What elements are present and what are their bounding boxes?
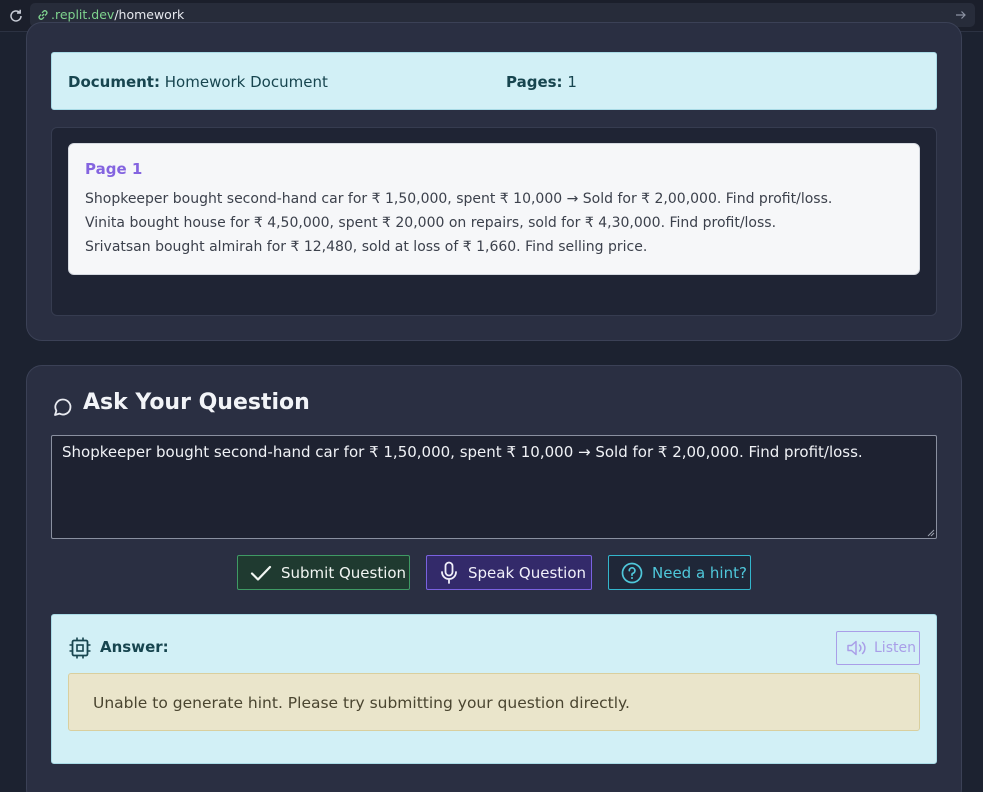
speak-question-button[interactable]: Speak Question: [426, 555, 592, 590]
submit-label: Submit Question: [281, 563, 407, 582]
resize-grip-icon[interactable]: [926, 528, 935, 537]
microphone-icon: [441, 561, 457, 584]
help-circle-icon: [621, 562, 643, 583]
chat-bubble-icon: [54, 398, 72, 416]
listen-label: Listen: [874, 640, 916, 656]
listen-button[interactable]: Listen: [836, 631, 920, 665]
url-host: .replit.dev: [51, 7, 115, 22]
hint-label: Need a hint?: [652, 563, 747, 582]
url-path: /homework: [114, 7, 185, 22]
page-title: Page 1: [85, 160, 143, 178]
check-icon: [250, 565, 272, 581]
arrow-right-icon[interactable]: [955, 9, 967, 21]
page-card: Page 1 Shopkeeper bought second-hand car…: [68, 143, 920, 275]
link-icon: [38, 10, 48, 20]
document-name: Document: Homework Document: [68, 73, 328, 91]
page-line: Vinita bought house for ₹ 4,50,000, spen…: [85, 215, 777, 231]
document-label: Document:: [68, 73, 160, 91]
question-heading: Ask Your Question: [83, 390, 310, 415]
document-value: Homework Document: [164, 73, 328, 91]
document-info-panel: Document: Homework Document Pages: 1: [51, 52, 937, 110]
reload-icon[interactable]: [8, 8, 24, 24]
page-line: Shopkeeper bought second-hand car for ₹ …: [85, 191, 833, 207]
speak-label: Speak Question: [468, 563, 587, 582]
url-text: .replit.dev/homework: [51, 7, 184, 23]
pages-label: Pages:: [506, 73, 563, 91]
pages-value: 1: [567, 73, 577, 91]
answer-label: Answer:: [100, 638, 169, 656]
need-hint-button[interactable]: Need a hint?: [608, 555, 751, 590]
submit-question-button[interactable]: Submit Question: [237, 555, 410, 590]
page-line: Srivatsan bought almirah for ₹ 12,480, s…: [85, 239, 648, 255]
chip-icon: [69, 637, 91, 659]
pages-count: Pages: 1: [506, 73, 577, 91]
answer-message: Unable to generate hint. Please try subm…: [68, 673, 920, 731]
volume-icon: [847, 640, 866, 656]
question-input[interactable]: [51, 435, 937, 539]
